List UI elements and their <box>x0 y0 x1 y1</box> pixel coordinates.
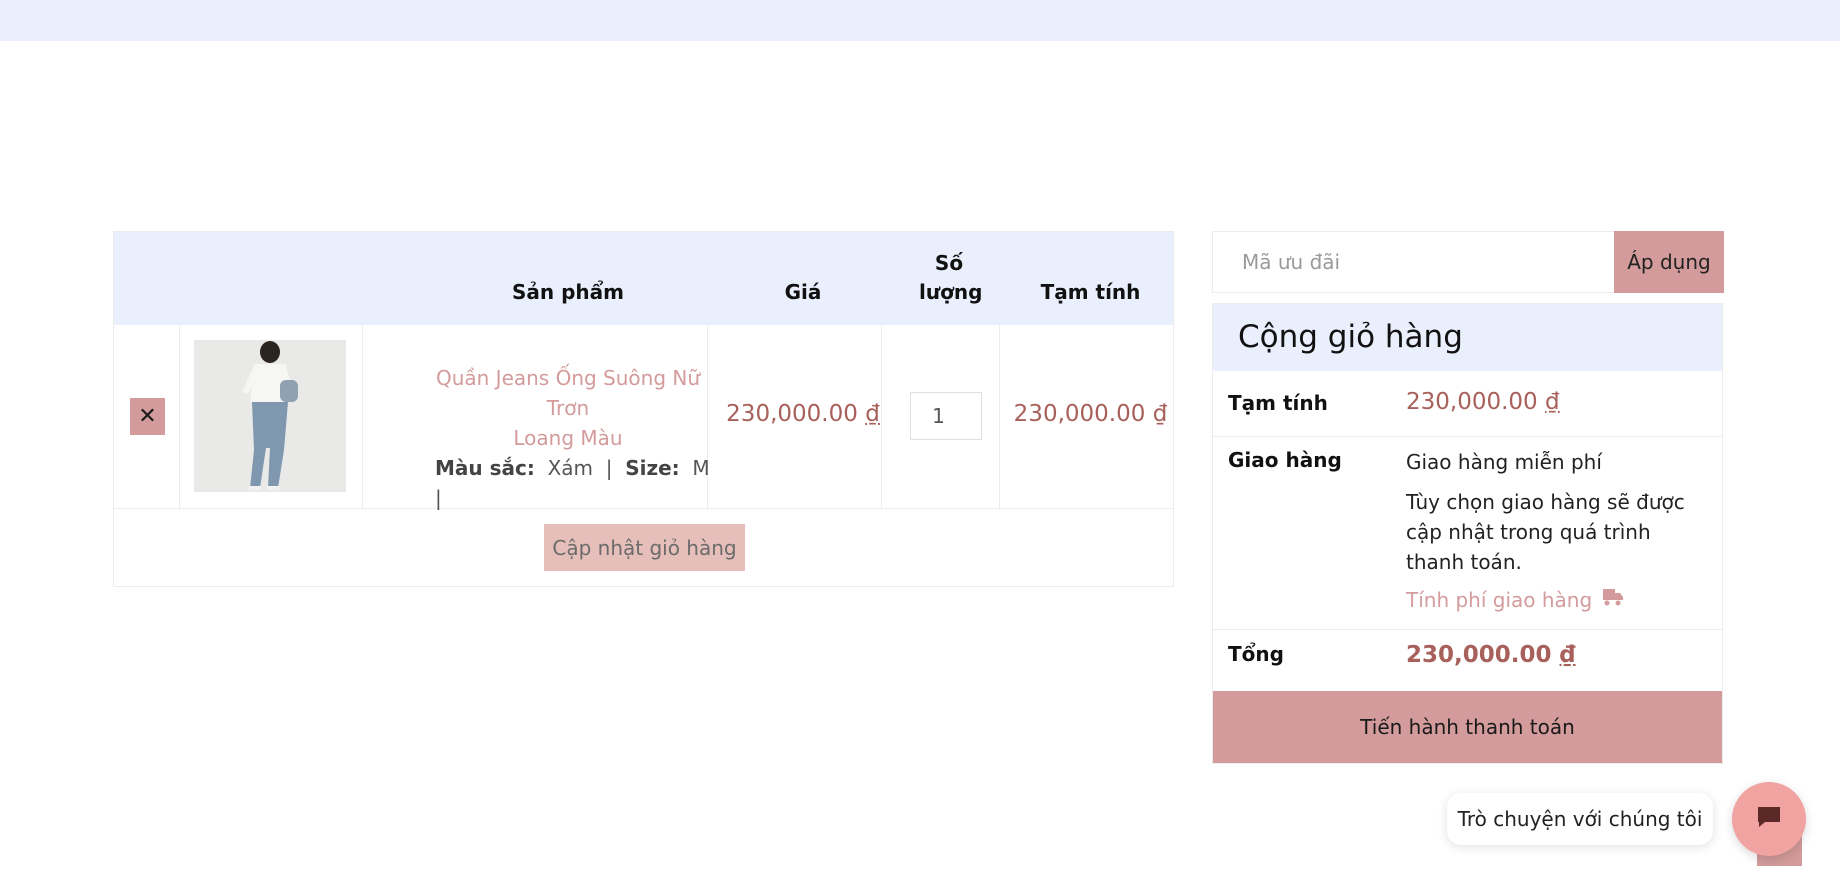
cart-item-row: ✕ Quần Jeans Ống Suông Nữ Trơn Loang Màu <box>114 325 1173 510</box>
total-value: 230,000.00 ₫ <box>1406 640 1707 670</box>
currency-symbol: ₫ <box>1545 389 1560 415</box>
cart-table-header: Sản phẩm Giá Số lượng Tạm tính <box>114 232 1173 325</box>
shipping-calculator-link[interactable]: Tính phí giao hàng <box>1406 585 1707 615</box>
totals-total-row: Tổng 230,000.00 ₫ <box>1213 630 1722 692</box>
product-info: Quần Jeans Ống Suông Nữ Trơn Loang Màu M… <box>420 363 716 513</box>
shipping-note: Tùy chọn giao hàng sẽ được cập nhật tron… <box>1406 490 1685 574</box>
cell-divider <box>179 325 180 508</box>
product-thumbnail[interactable] <box>194 340 346 492</box>
cart-totals: Cộng giỏ hàng Tạm tính 230,000.00 ₫ Giao… <box>1212 303 1723 764</box>
currency-symbol: ₫ <box>1559 642 1576 668</box>
cart-table: Sản phẩm Giá Số lượng Tạm tính ✕ Quần Je… <box>113 231 1174 587</box>
color-label: Màu sắc: <box>435 456 535 480</box>
shipping-label: Giao hàng <box>1228 448 1342 472</box>
chat-icon <box>1755 803 1783 835</box>
cart-totals-title: Cộng giỏ hàng <box>1213 304 1722 371</box>
header-price: Giá <box>784 280 822 304</box>
checkout-button[interactable]: Tiến hành thanh toán <box>1213 691 1722 763</box>
item-subtotal-value: 230,000.00 <box>1013 401 1146 427</box>
update-cart-button[interactable]: Cập nhật giỏ hàng <box>544 524 745 571</box>
quantity-input[interactable] <box>910 392 982 440</box>
size-label: Size: <box>625 456 680 480</box>
item-subtotal: 230,000.00 ₫ <box>1008 401 1173 427</box>
color-value: Xám <box>547 456 594 480</box>
chat-prompt-bubble[interactable]: Trò chuyện với chúng tôi <box>1447 793 1713 845</box>
currency-symbol: ₫ <box>1152 401 1168 427</box>
header-quantity: Số lượng <box>919 251 983 304</box>
product-attributes: Màu sắc: Xám | Size: M | <box>435 456 717 510</box>
subtotal-amount: 230,000.00 <box>1406 389 1538 415</box>
subtotal-label: Tạm tính <box>1228 391 1328 415</box>
shipping-details: Giao hàng miễn phí Tùy chọn giao hàng sẽ… <box>1406 447 1707 615</box>
cell-divider <box>999 325 1000 508</box>
item-price: 230,000.00 ₫ <box>716 401 890 427</box>
currency-symbol: ₫ <box>865 401 880 427</box>
totals-subtotal-row: Tạm tính 230,000.00 ₫ <box>1213 371 1722 437</box>
size-value: M <box>692 456 710 480</box>
remove-item-button[interactable]: ✕ <box>130 398 165 435</box>
apply-coupon-button[interactable]: Áp dụng <box>1614 231 1724 293</box>
total-amount: 230,000.00 <box>1406 642 1552 668</box>
shipping-method: Giao hàng miễn phí <box>1406 450 1602 474</box>
product-name-line2: Loang Màu <box>513 426 623 450</box>
truck-icon <box>1602 585 1624 615</box>
cell-divider <box>362 325 363 508</box>
shipping-calc-label: Tính phí giao hàng <box>1406 588 1593 612</box>
subtotal-value: 230,000.00 ₫ <box>1406 387 1707 417</box>
header-product: Sản phẩm <box>512 280 624 304</box>
totals-shipping-row: Giao hàng Giao hàng miễn phí Tùy chọn gi… <box>1213 437 1722 630</box>
coupon-input[interactable] <box>1213 232 1614 292</box>
top-bar <box>0 0 1840 41</box>
total-label: Tổng <box>1228 642 1284 666</box>
chat-launcher-button[interactable] <box>1732 782 1806 856</box>
coupon-form: Áp dụng <box>1212 231 1724 293</box>
close-icon: ✕ <box>138 404 157 429</box>
header-subtotal: Tạm tính <box>1040 280 1141 304</box>
cart-actions: Cập nhật giỏ hàng <box>114 509 1173 586</box>
product-name-line1: Quần Jeans Ống Suông Nữ Trơn <box>435 366 701 420</box>
product-name-link[interactable]: Quần Jeans Ống Suông Nữ Trơn Loang Màu <box>420 363 716 453</box>
item-price-value: 230,000.00 <box>726 401 858 427</box>
